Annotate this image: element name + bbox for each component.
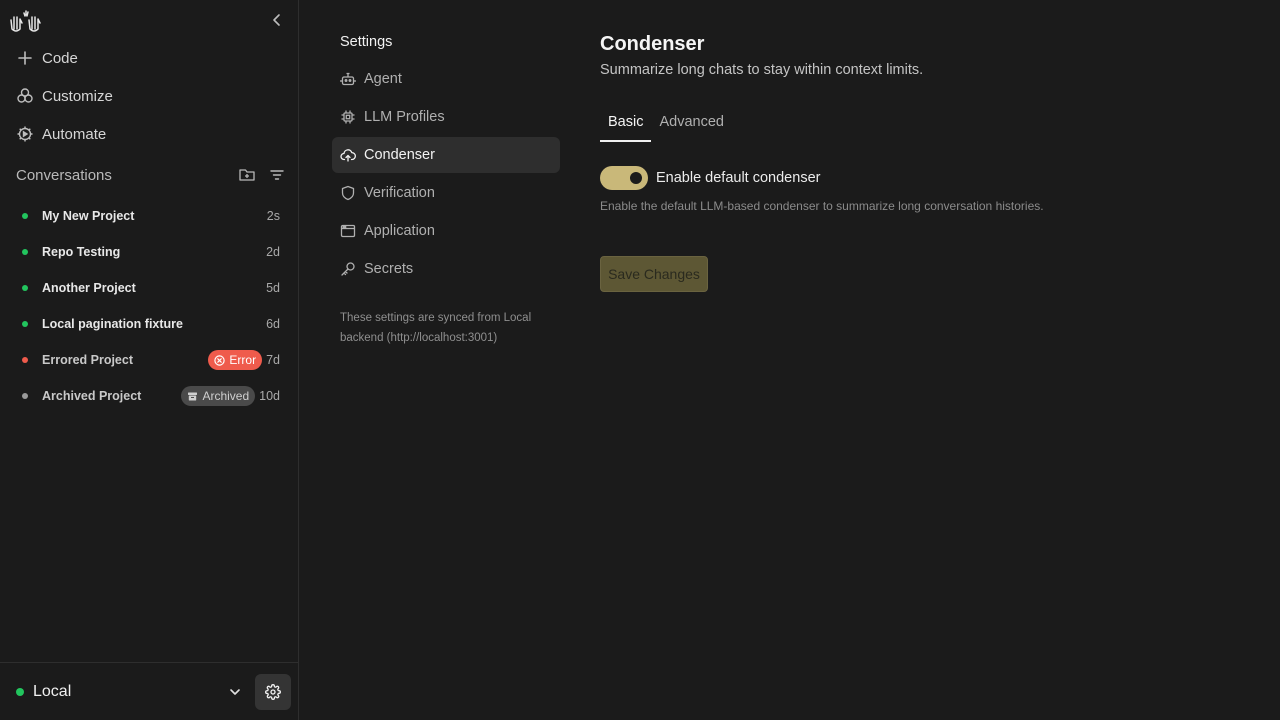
nav-code[interactable]: Code bbox=[16, 47, 78, 69]
backend-status-dot bbox=[16, 688, 24, 696]
settings-nav-secrets-label: Secrets bbox=[364, 261, 414, 277]
settings-nav-llm-profiles[interactable]: LLM Profiles bbox=[332, 99, 560, 135]
conversation-age: 10d bbox=[259, 389, 280, 403]
nav-customize[interactable]: Customize bbox=[16, 85, 113, 107]
conversation-age: 5d bbox=[266, 281, 280, 295]
conversation-item[interactable]: Errored Project Error 7d bbox=[0, 342, 298, 378]
settings-nav-llm-profiles-label: LLM Profiles bbox=[364, 109, 445, 125]
status-dot bbox=[22, 285, 28, 291]
tab-basic[interactable]: Basic bbox=[600, 108, 652, 142]
new-folder-icon[interactable] bbox=[238, 166, 256, 184]
toggle-help-text: Enable the default LLM-based condenser t… bbox=[600, 199, 1044, 213]
conversation-age: 2d bbox=[266, 245, 280, 259]
status-dot bbox=[22, 357, 28, 363]
page-subtitle: Summarize long chats to stay within cont… bbox=[600, 62, 924, 78]
nav-automate[interactable]: Automate bbox=[16, 123, 106, 145]
conversation-list: My New Project 2s Repo Testing 2d Anothe… bbox=[0, 198, 298, 414]
backend-name: Local bbox=[33, 683, 72, 700]
conversation-item[interactable]: My New Project 2s bbox=[0, 198, 298, 234]
settings-nav-application-label: Application bbox=[364, 223, 435, 239]
save-changes-button[interactable]: Save Changes bbox=[600, 256, 708, 292]
archived-badge: Archived bbox=[181, 386, 256, 406]
conversation-title: Archived Project bbox=[42, 389, 142, 403]
conversations-header: Conversations bbox=[16, 165, 286, 185]
settings-nav-application[interactable]: Application bbox=[332, 213, 560, 249]
tab-bar: Basic Advanced bbox=[600, 108, 732, 142]
sidebar: Code Customize Automate Conversations My… bbox=[0, 0, 299, 720]
logo-hands-icon[interactable] bbox=[8, 9, 42, 33]
chevron-down-icon bbox=[228, 685, 242, 699]
automate-icon bbox=[16, 125, 34, 143]
conversation-item[interactable]: Repo Testing 2d bbox=[0, 234, 298, 270]
plus-icon bbox=[16, 49, 34, 67]
settings-nav-agent[interactable]: Agent bbox=[332, 61, 560, 97]
settings-nav-secrets[interactable]: Secrets bbox=[332, 251, 560, 287]
conversation-item[interactable]: Another Project 5d bbox=[0, 270, 298, 306]
key-icon bbox=[340, 261, 356, 277]
collapse-sidebar-icon[interactable] bbox=[268, 11, 286, 29]
conversation-age: 6d bbox=[266, 317, 280, 331]
conversation-age: 2s bbox=[266, 209, 280, 223]
settings-title: Settings bbox=[340, 34, 393, 50]
sync-note: These settings are synced from Local bac… bbox=[340, 312, 532, 344]
settings-nav: Agent LLM Profiles Condenser Verificatio… bbox=[332, 61, 560, 289]
shield-icon bbox=[340, 185, 356, 201]
nav-code-label: Code bbox=[42, 49, 78, 67]
toggle-knob bbox=[630, 172, 642, 184]
settings-button[interactable] bbox=[255, 674, 291, 710]
settings-nav-agent-label: Agent bbox=[364, 71, 402, 87]
status-dot bbox=[22, 393, 28, 399]
filter-icon[interactable] bbox=[268, 166, 286, 184]
error-badge-label: Error bbox=[229, 353, 257, 367]
conversation-title: My New Project bbox=[42, 209, 135, 223]
archive-box-icon bbox=[187, 391, 198, 402]
conversations-title: Conversations bbox=[16, 166, 112, 184]
tab-advanced[interactable]: Advanced bbox=[651, 108, 732, 142]
gear-icon bbox=[265, 684, 281, 700]
page-title: Condenser bbox=[600, 33, 705, 55]
nav-automate-label: Automate bbox=[42, 125, 107, 143]
chip-icon bbox=[340, 109, 356, 125]
cloud-upload-icon bbox=[340, 147, 356, 163]
toggle-label: Enable default condenser bbox=[656, 170, 821, 186]
conversation-title: Another Project bbox=[42, 281, 136, 295]
nav-customize-label: Customize bbox=[42, 87, 113, 105]
settings-nav-verification[interactable]: Verification bbox=[332, 175, 560, 211]
conversation-title: Errored Project bbox=[42, 353, 134, 367]
status-dot bbox=[22, 213, 28, 219]
status-dot bbox=[22, 249, 28, 255]
settings-nav-verification-label: Verification bbox=[364, 185, 435, 201]
archived-badge-label: Archived bbox=[202, 389, 250, 403]
conversation-title: Repo Testing bbox=[42, 245, 121, 259]
settings-nav-condenser-label: Condenser bbox=[364, 147, 435, 163]
conversation-title: Local pagination fixture bbox=[42, 317, 183, 331]
window-icon bbox=[340, 223, 356, 239]
customize-icon bbox=[16, 87, 34, 105]
conversation-item[interactable]: Local pagination fixture 6d bbox=[0, 306, 298, 342]
sidebar-footer: Local bbox=[0, 662, 298, 720]
status-dot bbox=[22, 321, 28, 327]
error-circle-icon bbox=[214, 354, 226, 366]
robot-icon bbox=[340, 71, 356, 87]
backend-selector[interactable]: Local bbox=[16, 681, 242, 703]
error-badge: Error bbox=[208, 350, 263, 370]
condenser-toggle-row: Enable default condenser bbox=[600, 166, 820, 190]
enable-condenser-toggle[interactable] bbox=[600, 166, 648, 190]
conversation-item[interactable]: Archived Project Archived 10d bbox=[0, 378, 298, 414]
conversation-age: 7d bbox=[266, 353, 280, 367]
settings-nav-condenser[interactable]: Condenser bbox=[332, 137, 560, 173]
